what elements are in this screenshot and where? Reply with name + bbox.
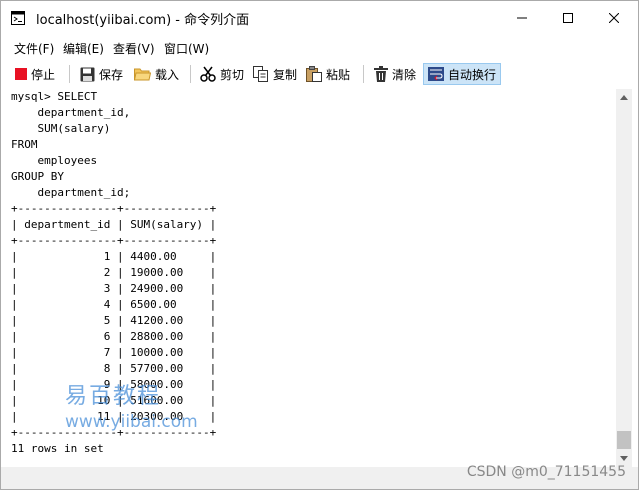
paste-icon <box>306 66 322 82</box>
vertical-scrollbar[interactable] <box>616 89 632 467</box>
toolbar-separator <box>190 65 191 83</box>
toolbar: 停止 保存 载入 剪切 复制 粘贴 清除 自动换行 <box>1 59 638 89</box>
scroll-up-button[interactable] <box>616 89 632 106</box>
terminal-app-icon <box>11 10 25 25</box>
paste-label: 粘贴 <box>326 67 351 82</box>
clear-button[interactable]: 清除 <box>374 63 416 85</box>
save-button[interactable]: 保存 <box>80 63 123 85</box>
menu-edit[interactable]: 编辑(E) <box>63 40 104 57</box>
clear-label: 清除 <box>392 67 417 82</box>
close-icon <box>609 13 619 23</box>
save-icon <box>80 67 95 81</box>
stop-label: 停止 <box>31 67 56 82</box>
menu-window[interactable]: 窗口(W) <box>164 40 209 57</box>
load-button[interactable]: 载入 <box>134 63 179 85</box>
menu-file[interactable]: 文件(F) <box>14 40 54 57</box>
chevron-down-icon <box>620 456 628 461</box>
paste-button[interactable]: 粘贴 <box>306 63 350 85</box>
scissors-icon <box>200 66 216 82</box>
minimize-icon <box>517 17 527 19</box>
scrollbar-thumb[interactable] <box>617 431 631 449</box>
close-button[interactable] <box>591 1 637 35</box>
load-label: 载入 <box>155 67 180 82</box>
copy-button[interactable]: 复制 <box>253 63 297 85</box>
save-label: 保存 <box>99 67 124 82</box>
menu-bar: 文件(F) 编辑(E) 查看(V) 窗口(W) <box>1 35 638 59</box>
window-title: localhost(yiibai.com) - 命令列介面 <box>36 13 250 28</box>
toolbar-separator <box>69 65 70 83</box>
stop-icon <box>15 68 27 80</box>
maximize-button[interactable] <box>545 1 591 35</box>
toolbar-separator <box>363 65 364 83</box>
autowrap-toggle[interactable]: 自动换行 <box>423 63 502 85</box>
stop-button[interactable]: 停止 <box>15 63 55 85</box>
menu-view[interactable]: 查看(V) <box>113 40 155 57</box>
trash-icon <box>374 66 388 82</box>
title-bar[interactable]: localhost(yiibai.com) - 命令列介面 <box>1 1 638 35</box>
copy-label: 复制 <box>273 67 298 82</box>
console-window: localhost(yiibai.com) - 命令列介面 文件(F) 编辑(E… <box>0 0 639 490</box>
minimize-button[interactable] <box>499 1 545 35</box>
cut-button[interactable]: 剪切 <box>200 63 244 85</box>
chevron-up-icon <box>620 95 628 100</box>
folder-icon <box>134 68 151 81</box>
copy-icon <box>253 66 268 82</box>
cut-label: 剪切 <box>220 67 245 82</box>
console-text: mysql> SELECT department_id, SUM(salary)… <box>11 90 217 455</box>
autowrap-label: 自动换行 <box>448 67 497 82</box>
wrap-icon <box>428 67 444 81</box>
maximize-icon <box>563 13 573 23</box>
csdn-watermark: CSDN @m0_71151455 <box>466 464 626 480</box>
console-output-area[interactable]: mysql> SELECT department_id, SUM(salary)… <box>1 89 616 467</box>
